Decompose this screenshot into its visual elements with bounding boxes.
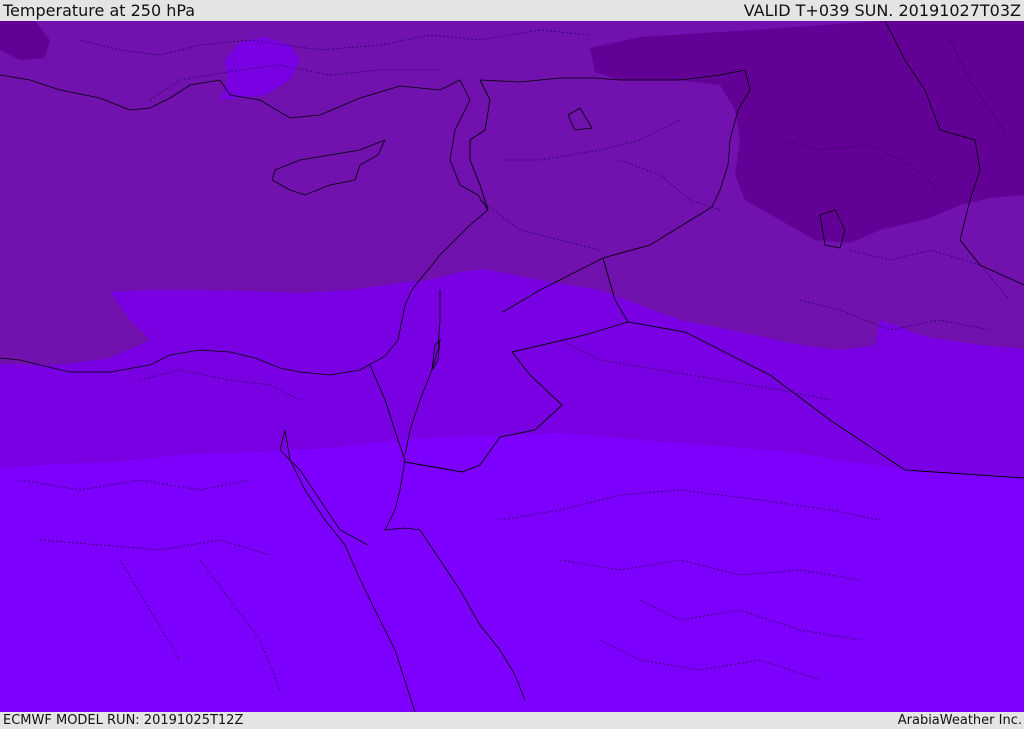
footer-bar: ECMWF MODEL RUN: 20191025T12Z ArabiaWeat… bbox=[0, 712, 1024, 729]
map-title: Temperature at 250 hPa bbox=[3, 1, 196, 20]
model-run-label: ECMWF MODEL RUN: 20191025T12Z bbox=[3, 713, 244, 728]
valid-time-label: VALID T+039 SUN. 20191027T03Z bbox=[743, 1, 1021, 20]
header-bar: Temperature at 250 hPa VALID T+039 SUN. … bbox=[0, 0, 1024, 21]
weather-map[interactable] bbox=[0, 21, 1024, 712]
credit-label: ArabiaWeather Inc. bbox=[897, 713, 1022, 728]
map-canvas bbox=[0, 21, 1024, 712]
